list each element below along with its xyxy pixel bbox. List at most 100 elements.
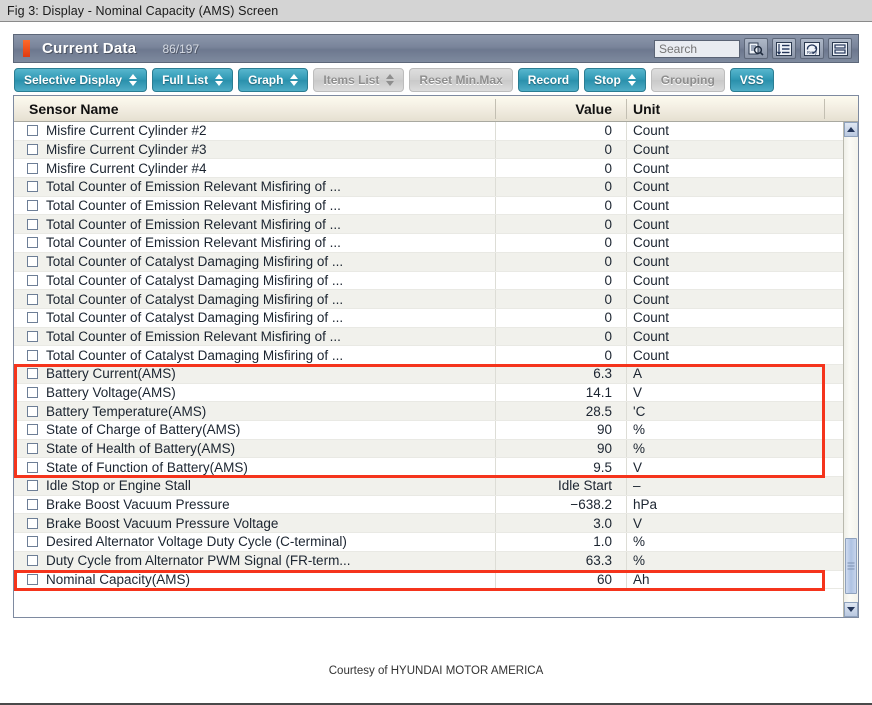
stepper-arrows-icon[interactable] [215,73,224,86]
row-checkbox[interactable] [27,386,38,398]
sensor-name-cell: Total Counter of Emission Relevant Misfi… [46,328,341,344]
scrollbar-grip-icon [847,561,855,572]
row-column-separator [626,308,627,327]
row-checkbox[interactable] [27,237,38,249]
row-checkbox[interactable] [27,405,38,417]
table-row[interactable]: Misfire Current Cylinder #2 0 Count [14,122,858,141]
toolbar-button-stop[interactable]: Stop [584,67,646,92]
column-header-value[interactable]: Value [494,96,612,122]
list-insert-icon[interactable] [772,38,796,59]
row-checkbox[interactable] [27,536,38,548]
row-checkbox[interactable] [27,555,38,567]
table-row[interactable]: Total Counter of Emission Relevant Misfi… [14,196,858,216]
table-row[interactable]: Total Counter of Catalyst Damaging Misfi… [14,271,858,291]
row-checkbox[interactable] [27,218,38,230]
sensor-unit-cell: – [633,478,641,494]
sensor-value-cell: 0 [604,179,612,195]
table-row[interactable]: Misfire Current Cylinder #4 0 Count [14,159,858,179]
row-checkbox[interactable] [27,125,38,137]
stepper-arrows-icon[interactable] [627,73,636,86]
search-document-icon[interactable] [744,38,768,59]
sensor-value-cell: 0 [604,310,612,326]
toolbar-button-graph[interactable]: Graph [238,67,309,92]
table-row[interactable]: Total Counter of Catalyst Damaging Misfi… [14,346,858,365]
search-input[interactable] [654,39,740,58]
row-checkbox[interactable] [27,256,38,268]
table-row[interactable]: Total Counter of Emission Relevant Misfi… [14,234,858,253]
table-row[interactable]: Brake Boost Vacuum Pressure Voltage 3.0 V [14,514,858,534]
table-row[interactable]: Total Counter of Emission Relevant Misfi… [14,327,858,347]
stepper-arrows-icon[interactable] [386,73,395,86]
header-separator [626,99,627,119]
table-row[interactable]: Idle Stop or Engine Stall Idle Start – [14,477,858,496]
table-row[interactable]: Total Counter of Emission Relevant Misfi… [14,178,858,197]
stepper-arrows-icon[interactable] [290,73,299,86]
vertical-scrollbar[interactable] [843,122,858,617]
row-checkbox[interactable] [27,480,38,492]
row-checkbox[interactable] [27,200,38,212]
toolbar-button-label: Items List [323,72,380,87]
table-row[interactable]: Total Counter of Catalyst Damaging Misfi… [14,290,858,309]
row-checkbox[interactable] [27,368,38,380]
row-checkbox[interactable] [27,144,38,156]
table-row[interactable]: Duty Cycle from Alternator PWM Signal (F… [14,551,858,571]
toolbar-button-reset-min-max[interactable]: Reset Min.Max [409,67,513,92]
table-row[interactable]: Nominal Capacity(AMS) 60 Ah [14,570,858,590]
column-header-unit[interactable]: Unit [633,96,660,122]
table-row[interactable]: Desired Alternator Voltage Duty Cycle (C… [14,533,858,552]
table-row[interactable]: Total Counter of Catalyst Damaging Misfi… [14,308,858,328]
row-checkbox[interactable] [27,499,38,511]
scroll-down-button[interactable] [844,602,858,617]
sensor-unit-cell: Count [633,347,670,363]
sensor-value-cell: 9.5 [593,459,612,475]
status-marker-icon [23,40,30,57]
figure-caption-text: Fig 3: Display - Nominal Capacity (AMS) … [7,3,279,18]
row-checkbox[interactable] [27,573,38,585]
table-row[interactable]: Misfire Current Cylinder #3 0 Count [14,140,858,160]
toolbar-button-grouping[interactable]: Grouping [650,67,725,92]
row-checkbox[interactable] [27,349,38,361]
toolbar-button-vss[interactable]: VSS [729,67,774,92]
table-row[interactable]: Total Counter of Emission Relevant Misfi… [14,215,858,235]
toolbar-button-items-list[interactable]: Items List [313,67,405,92]
row-checkbox[interactable] [27,330,38,342]
column-header-sensor-name[interactable]: Sensor Name [29,96,118,122]
row-checkbox[interactable] [27,443,38,455]
sensor-value-cell: 0 [604,123,612,139]
sensor-name-cell: Brake Boost Vacuum Pressure Voltage [46,515,279,531]
row-checkbox[interactable] [27,293,38,305]
row-checkbox[interactable] [27,162,38,174]
table-row[interactable]: State of Health of Battery(AMS) 90% [14,439,858,459]
row-checkbox[interactable] [27,274,38,286]
table-row[interactable]: Battery Voltage(AMS) 14.1 V [14,383,858,403]
toolbar-button-selective-display[interactable]: Selective Display [14,67,148,92]
table-row[interactable]: Battery Temperature(AMS) 28.5 'C [14,402,858,421]
sensor-name-cell: State of Charge of Battery(AMS) [46,422,241,438]
table-row[interactable]: Battery Current(AMS) 6.3 A [14,364,858,384]
sensor-unit-cell: Count [633,310,670,326]
row-checkbox[interactable] [27,312,38,324]
retry-icon[interactable]: Retry [800,38,824,59]
sensor-value-cell: 0 [604,198,612,214]
row-checkbox[interactable] [27,517,38,529]
row-column-separator [626,252,627,271]
table-row[interactable]: State of Charge of Battery(AMS) 90% [14,421,858,440]
row-column-separator [626,458,627,477]
row-checkbox[interactable] [27,424,38,436]
toolbar-button-record[interactable]: Record [517,67,580,92]
scrollbar-thumb[interactable] [845,538,857,594]
toolbar-button-full-list[interactable]: Full List [152,67,234,92]
footer-credit: Courtesy of HYUNDAI MOTOR AMERICA [328,665,544,677]
sensor-value-cell: 14.1 [585,384,612,400]
chevron-up-icon [847,127,855,132]
menu-icon[interactable] [828,38,852,59]
row-column-separator [626,234,627,252]
scroll-up-button[interactable] [844,122,858,137]
table-row[interactable]: State of Function of Battery(AMS) 9.5 V [14,458,858,478]
row-checkbox[interactable] [27,461,38,473]
stepper-arrows-icon[interactable] [129,73,138,86]
scan-tool-screen: Current Data 86/197 Search Retry Selecti… [13,34,859,654]
table-row[interactable]: Total Counter of Catalyst Damaging Misfi… [14,252,858,272]
row-checkbox[interactable] [27,181,38,193]
table-row[interactable]: Brake Boost Vacuum Pressure −638.2 hPa [14,495,858,515]
